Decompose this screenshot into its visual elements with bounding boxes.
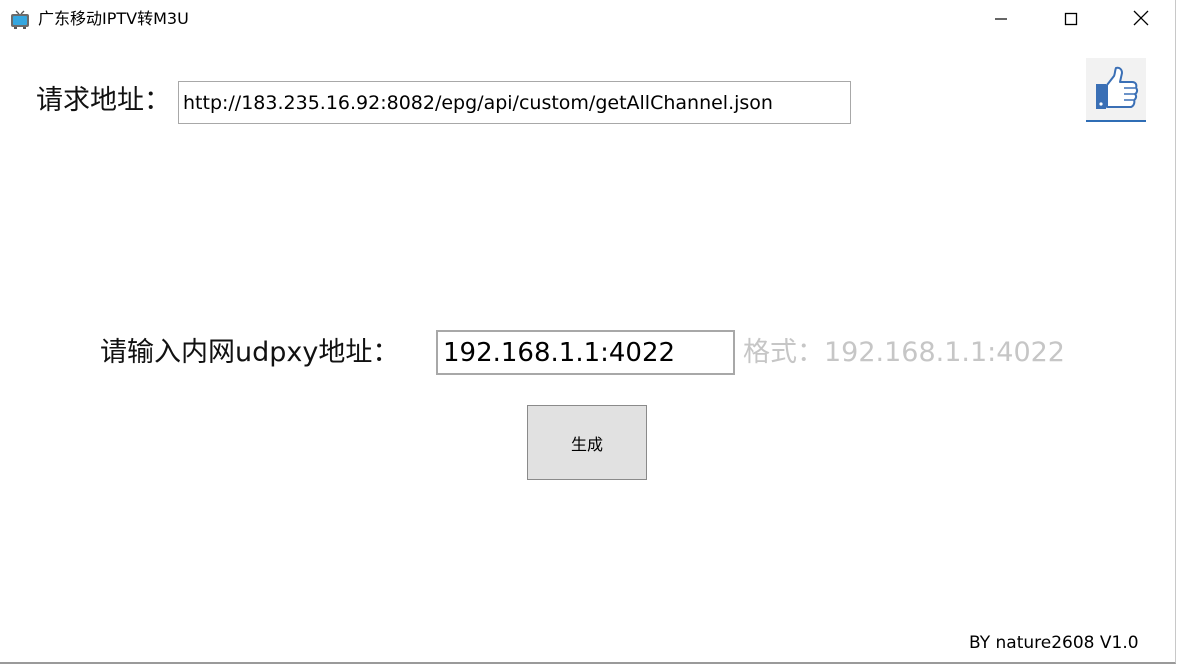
request-url-label: 请求地址： xyxy=(36,85,171,116)
minimize-button[interactable] xyxy=(966,0,1036,40)
version-label: BY nature2608 V1.0 xyxy=(969,633,1139,653)
request-url-input[interactable] xyxy=(178,81,851,124)
generate-button[interactable]: 生成 xyxy=(527,405,647,480)
tv-icon xyxy=(10,10,30,30)
maximize-icon xyxy=(1064,11,1078,30)
udpxy-address-label: 请输入内网udpxy地址： xyxy=(100,337,400,368)
udpxy-address-input[interactable] xyxy=(436,330,735,375)
udpxy-format-hint: 格式：192.168.1.1:4022 xyxy=(743,337,1065,368)
like-button[interactable] xyxy=(1086,58,1146,122)
close-icon xyxy=(1133,10,1149,30)
minimize-icon xyxy=(994,11,1008,30)
app-window: 广东移动IPTV转M3U 请求地址： http://183.235.16.92:… xyxy=(0,0,1176,664)
title-bar[interactable]: 广东移动IPTV转M3U xyxy=(0,0,1175,40)
window-title: 广东移动IPTV转M3U xyxy=(38,9,189,28)
maximize-button[interactable] xyxy=(1036,0,1106,40)
close-button[interactable] xyxy=(1106,0,1176,40)
